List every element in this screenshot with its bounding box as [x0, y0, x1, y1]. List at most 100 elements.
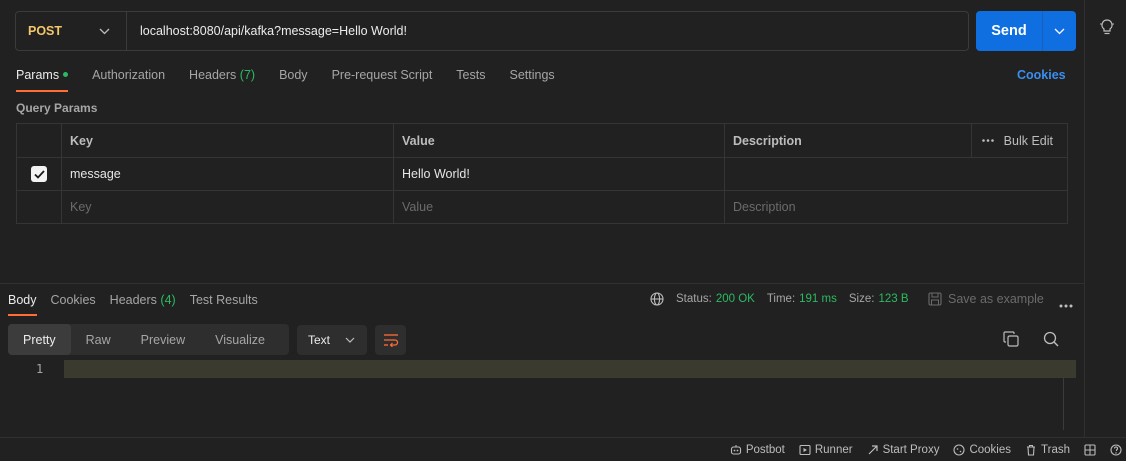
- cookies-link[interactable]: Cookies: [1017, 68, 1066, 82]
- tab-response-cookies[interactable]: Cookies: [51, 290, 96, 316]
- response-meta: Status: 200 OK Time: 191 ms Size: 123 B: [650, 292, 909, 306]
- postbot-icon: [730, 444, 741, 455]
- query-params-title: Query Params: [16, 101, 98, 115]
- editor-scrollbar[interactable]: [1063, 378, 1064, 430]
- table-row: message Hello World!: [16, 157, 1068, 191]
- more-horizontal-icon: [1059, 304, 1073, 308]
- more-horizontal-icon[interactable]: [981, 139, 994, 142]
- bulk-edit-button[interactable]: Bulk Edit: [1004, 134, 1053, 148]
- chevron-down-icon: [99, 28, 110, 34]
- save-icon: [928, 292, 942, 306]
- send-button-group: Send: [976, 11, 1076, 51]
- tab-test-results[interactable]: Test Results: [190, 290, 258, 316]
- start-proxy-button[interactable]: Start Proxy: [867, 444, 939, 456]
- editor-active-line[interactable]: [64, 360, 1076, 378]
- method-select[interactable]: POST: [16, 12, 127, 50]
- search-icon: [1043, 331, 1059, 347]
- tab-pre-request-script[interactable]: Pre-request Script: [332, 62, 433, 92]
- param-description[interactable]: [724, 157, 1068, 191]
- headers-count: (7): [239, 68, 256, 82]
- save-as-example-button[interactable]: Save as example: [928, 292, 1044, 306]
- search-button[interactable]: [1043, 331, 1059, 350]
- header-value: Value: [393, 123, 725, 158]
- param-key[interactable]: message: [61, 157, 394, 191]
- header-checkbox-cell: [16, 123, 62, 158]
- two-pane-layout-icon: [1084, 443, 1096, 456]
- tab-body[interactable]: Body: [279, 62, 308, 92]
- body-view-toggle: Pretty Raw Preview Visualize: [8, 324, 289, 355]
- view-preview[interactable]: Preview: [126, 324, 200, 355]
- lightbulb-icon[interactable]: [1099, 18, 1115, 36]
- response-headers-count: (4): [160, 293, 176, 307]
- postbot-button[interactable]: Postbot: [730, 444, 785, 456]
- layout-toggle-button[interactable]: [1084, 443, 1096, 456]
- tab-headers[interactable]: Headers (7): [189, 62, 255, 92]
- method-label: POST: [28, 24, 63, 38]
- line-number: 1: [36, 362, 44, 376]
- tab-response-headers[interactable]: Headers (4): [110, 290, 176, 316]
- table-header-row: Key Value Description Bulk Edit: [16, 123, 1068, 158]
- status-bar: Postbot Runner Start Proxy Cookies Trash: [0, 437, 1126, 461]
- chevron-down-icon: [345, 337, 355, 343]
- response-more-button[interactable]: [1059, 297, 1073, 311]
- format-select-value: Text: [308, 333, 331, 347]
- tab-params[interactable]: Params: [16, 62, 69, 92]
- right-sidebar: [1084, 0, 1126, 437]
- send-options-button[interactable]: [1043, 11, 1076, 51]
- footer-cookies-label: Cookies: [969, 443, 1012, 456]
- postbot-label: Postbot: [745, 443, 785, 456]
- trash-button[interactable]: Trash: [1025, 444, 1070, 456]
- size-label: Size:: [848, 293, 875, 305]
- help-button[interactable]: [1110, 443, 1122, 456]
- globe-icon[interactable]: [650, 292, 664, 306]
- header-description-cell: Description Bulk Edit: [724, 123, 1068, 158]
- pane-divider[interactable]: [0, 283, 1084, 284]
- size-value[interactable]: 123 B: [878, 293, 908, 305]
- url-input[interactable]: localhost:8080/api/kafka?message=Hello W…: [127, 24, 407, 38]
- header-description: Description: [733, 133, 802, 148]
- row-checkbox-cell: [16, 157, 62, 191]
- query-params-table: Key Value Description Bulk Edit message: [16, 123, 1068, 224]
- param-value[interactable]: Hello World!: [393, 157, 725, 191]
- help-icon: [1110, 443, 1122, 456]
- trash-icon: [1027, 444, 1036, 456]
- url-bar: POST localhost:8080/api/kafka?message=He…: [15, 11, 969, 51]
- trash-label: Trash: [1041, 443, 1070, 456]
- table-row-empty: Key Value Description: [16, 190, 1068, 224]
- new-key-input[interactable]: Key: [61, 190, 394, 224]
- param-checkbox[interactable]: [31, 166, 47, 182]
- request-tabs: Params Authorization Headers (7) Body Pr…: [16, 62, 579, 92]
- runner-icon: [799, 444, 811, 455]
- runner-button[interactable]: Runner: [799, 444, 853, 456]
- format-select[interactable]: Text: [297, 325, 367, 355]
- view-pretty[interactable]: Pretty: [8, 324, 71, 355]
- view-raw[interactable]: Raw: [71, 324, 126, 355]
- tab-settings[interactable]: Settings: [509, 62, 554, 92]
- proxy-icon: [868, 444, 878, 454]
- tab-label: Params: [16, 68, 60, 82]
- time-label: Time:: [766, 293, 796, 305]
- tab-label: Headers: [189, 68, 237, 82]
- status-value[interactable]: 200 OK: [716, 293, 755, 305]
- wrap-lines-button[interactable]: [375, 325, 406, 355]
- cookie-icon: [953, 443, 966, 456]
- runner-label: Runner: [814, 443, 853, 456]
- save-as-example-label: Save as example: [948, 292, 1044, 306]
- row-checkbox-cell: [16, 190, 62, 224]
- tab-tests[interactable]: Tests: [456, 62, 485, 92]
- new-value-input[interactable]: Value: [393, 190, 725, 224]
- time-value[interactable]: 191 ms: [799, 293, 837, 305]
- header-key: Key: [61, 123, 394, 158]
- params-active-dot: [63, 72, 69, 78]
- request-workspace: POST localhost:8080/api/kafka?message=He…: [0, 0, 1084, 437]
- tab-response-body[interactable]: Body: [8, 290, 37, 316]
- copy-button[interactable]: [1003, 331, 1019, 350]
- chevron-down-icon: [1054, 28, 1065, 34]
- send-button[interactable]: Send: [976, 11, 1043, 51]
- checkmark-icon: [33, 169, 45, 179]
- bulk-edit-area: Bulk Edit: [970, 124, 1067, 157]
- tab-authorization[interactable]: Authorization: [92, 62, 165, 92]
- footer-cookies-button[interactable]: Cookies: [953, 444, 1011, 456]
- view-visualize[interactable]: Visualize: [200, 324, 280, 355]
- new-description-input[interactable]: Description: [724, 190, 1068, 224]
